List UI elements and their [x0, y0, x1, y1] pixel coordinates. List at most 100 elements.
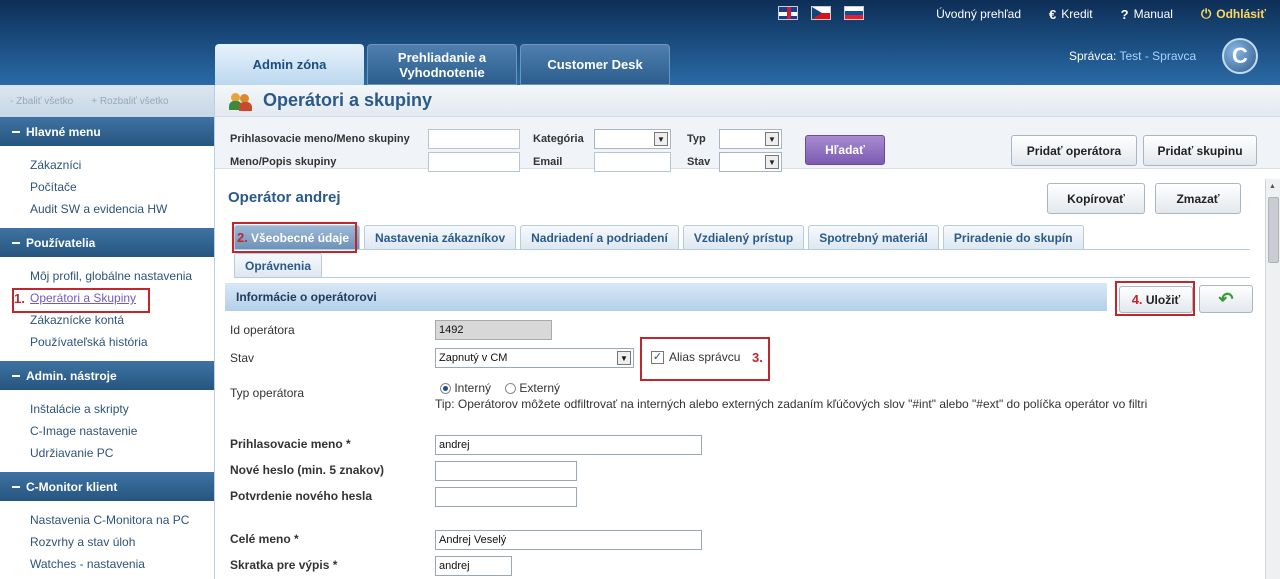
manual-label: Manual [1133, 7, 1173, 21]
tab-superiors[interactable]: Nadriadení a podriadení [520, 225, 679, 249]
add-group-button[interactable]: Pridať skupinu [1143, 135, 1257, 166]
confirm-password-input[interactable] [435, 487, 577, 507]
tab-admin-zone[interactable]: Admin zóna [215, 44, 364, 85]
sidebar: - Zbaliť všetko + Rozbaliť všetko Hlavné… [0, 85, 215, 579]
search-button[interactable]: Hľadať [805, 135, 885, 165]
flag-cz-icon[interactable] [811, 6, 831, 20]
vertical-scrollbar[interactable]: ▲ [1265, 179, 1280, 579]
highlight-box-3 [640, 337, 770, 381]
highlight-box-4 [1115, 281, 1195, 316]
logout-link[interactable]: ⏻ Odhlásiť [1201, 6, 1266, 22]
top-bar: Úvodný prehľad € Kredit ? Manual ⏻ Odhlásiť… [0, 0, 1280, 85]
flag-uk-icon[interactable] [778, 6, 798, 20]
sidebar-item-computers[interactable]: Počítače [30, 176, 214, 198]
sidebar-section-main[interactable]: Hlavné menu [0, 117, 214, 146]
credit-link[interactable]: € Kredit [1049, 7, 1093, 22]
highlight-box-2 [232, 222, 357, 253]
page-title: Operátori a skupiny [263, 90, 433, 110]
chevron-down-icon: ▼ [617, 351, 631, 365]
tab-group-assignment[interactable]: Priradenie do skupín [942, 225, 1084, 249]
operator-tabs-row2: Oprávnenia [234, 253, 323, 277]
collapse-all-link[interactable]: - Zbaliť všetko [10, 96, 73, 107]
radio-internal[interactable]: Interný [440, 381, 491, 395]
admin-name[interactable]: Test - Spravca [1119, 49, 1196, 63]
logout-label: Odhlásiť [1216, 7, 1266, 21]
tab-remote-access[interactable]: Vzdialený prístup [682, 225, 805, 249]
filter-panel: Prihlasovacie meno/Meno skupiny Meno/Pop… [215, 117, 1280, 172]
sidebar-section-admin-tools[interactable]: Admin. nástroje [0, 361, 214, 390]
c-logo-icon: C [1222, 38, 1258, 74]
minus-icon [12, 241, 20, 244]
type-label: Typ operátora [230, 386, 305, 400]
confirm-password-label: Potvrdenie nového hesla [230, 489, 373, 503]
new-password-input[interactable] [435, 461, 577, 481]
login-input[interactable]: andrej [435, 435, 702, 455]
filter-email-input[interactable] [594, 152, 671, 172]
filter-login-label: Prihlasovacie meno/Meno skupiny [230, 133, 410, 145]
shortname-input[interactable]: andrej [435, 556, 512, 576]
fullname-label: Celé meno * [230, 532, 299, 546]
filter-login-input[interactable] [428, 129, 520, 149]
section-title: Hlavné menu [26, 124, 101, 139]
sidebar-item-user-history[interactable]: Používateľská história [30, 331, 214, 353]
sidebar-item-cmonitor-settings[interactable]: Nastavenia C-Monitora na PC [30, 509, 214, 531]
sidebar-item-cimage[interactable]: C-Image nastavenie [30, 420, 214, 442]
sidebar-item-installs[interactable]: Inštalácie a skripty [30, 398, 214, 420]
filter-category-select[interactable]: ▼ [594, 129, 671, 149]
tab-customer-desk[interactable]: Customer Desk [520, 44, 670, 85]
overview-link[interactable]: Úvodný prehľad [936, 7, 1021, 21]
operator-tabs: 2. Všeobecné údaje Nastavenia zákazníkov… [234, 225, 1084, 249]
back-button[interactable]: ↶ [1199, 285, 1253, 313]
chevron-down-icon: ▼ [654, 132, 668, 146]
copy-button[interactable]: Kopírovať [1047, 183, 1145, 214]
sidebar-list-cmonitor: Nastavenia C-Monitora na PC Rozvrhy a st… [0, 501, 214, 579]
filter-desc-input[interactable] [428, 152, 520, 172]
overview-label: Úvodný prehľad [936, 7, 1022, 21]
scrollbar-thumb[interactable] [1268, 197, 1279, 263]
radio-internal-label: Interný [454, 381, 492, 395]
sidebar-item-audit[interactable]: Audit SW a evidencia HW [30, 198, 214, 220]
highlight-box-1 [12, 288, 150, 313]
filter-type-select[interactable]: ▼ [719, 129, 782, 149]
fullname-input[interactable]: Andrej Veselý [435, 530, 702, 550]
add-operator-button[interactable]: Pridať operátora [1011, 135, 1137, 166]
delete-button[interactable]: Zmazať [1155, 183, 1241, 214]
filter-state-select[interactable]: ▼ [719, 152, 782, 172]
sidebar-item-profile[interactable]: Môj profil, globálne nastavenia [30, 265, 214, 287]
section-title: C-Monitor klient [26, 479, 118, 494]
sidebar-item-customers[interactable]: Zákazníci [30, 154, 214, 176]
main-content: Operátori a skupiny Prihlasovacie meno/M… [215, 85, 1280, 579]
sidebar-item-pc-maintenance[interactable]: Udržiavanie PC [30, 442, 214, 464]
section-title: Používatelia [26, 235, 96, 250]
radio-external[interactable]: Externý [505, 381, 560, 395]
flag-sk-icon[interactable] [844, 6, 864, 20]
power-icon: ⏻ [1200, 6, 1212, 21]
scroll-up-icon[interactable]: ▲ [1269, 183, 1276, 190]
filter-type-label: Typ [687, 133, 706, 145]
tab-consumables[interactable]: Spotrebný materiál [808, 225, 939, 249]
minus-icon [12, 374, 20, 377]
filter-desc-label: Meno/Popis skupiny [230, 156, 337, 168]
minus-icon [12, 130, 20, 133]
page-header: Operátori a skupiny [215, 85, 1280, 117]
tab-customer-settings[interactable]: Nastavenia zákazníkov [364, 225, 517, 249]
filter-state-label: Stav [687, 156, 711, 168]
undo-arrow-icon: ↶ [1218, 288, 1234, 309]
state-label: Stav [230, 351, 255, 365]
sidebar-item-schedules[interactable]: Rozvrhy a stav úloh [30, 531, 214, 553]
tab-permissions[interactable]: Oprávnenia [234, 253, 323, 277]
state-select[interactable]: Zapnutý v CM ▼ [435, 348, 634, 368]
tab-browse-evaluate[interactable]: Prehliadanie a Vyhodnotenie [367, 44, 517, 85]
sidebar-section-users[interactable]: Používatelia [0, 228, 214, 257]
type-radio-group: Interný Externý [440, 381, 560, 395]
help-icon: ? [1120, 6, 1129, 22]
sidebar-section-cmonitor[interactable]: C-Monitor klient [0, 472, 214, 501]
minus-icon [12, 485, 20, 488]
admin-info: Správca: Test - Spravca [1069, 49, 1196, 63]
type-tip: Tip: Operátorov môžete odfiltrovať na in… [435, 397, 1148, 411]
manual-link[interactable]: ? Manual [1121, 7, 1173, 22]
chevron-down-icon: ▼ [765, 132, 779, 146]
expand-all-link[interactable]: + Rozbaliť všetko [91, 96, 168, 107]
sidebar-item-watches[interactable]: Watches - nastavenia [30, 553, 214, 575]
radio-external-dot [505, 383, 517, 395]
